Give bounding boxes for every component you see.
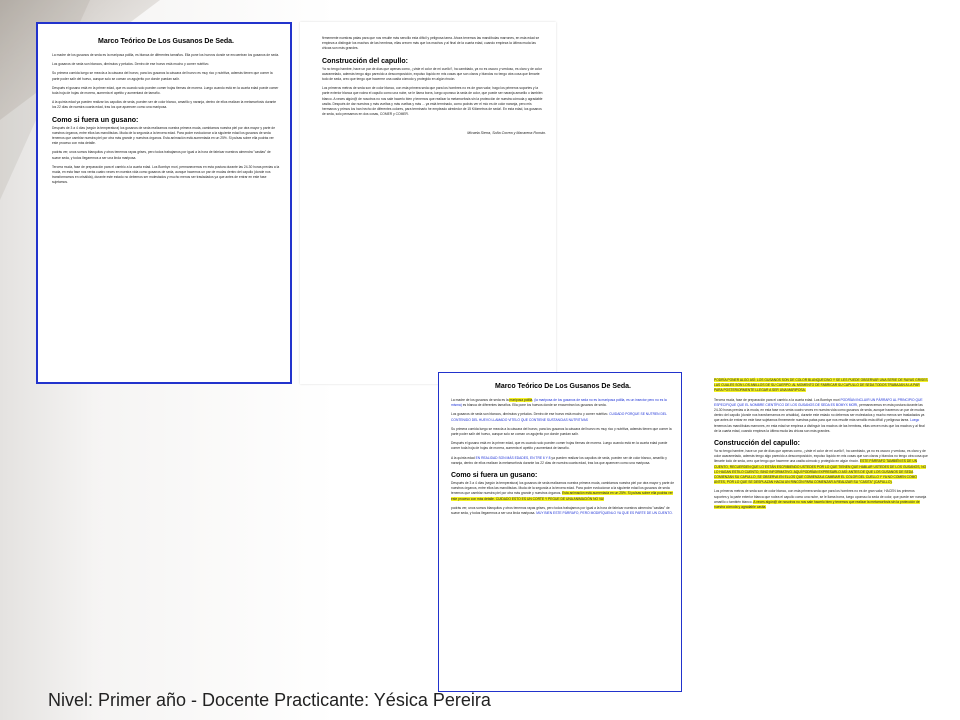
text-paragraph: Después el gusano está en la primer edad… (451, 441, 668, 451)
text-paragraph: firmemente nuestras patas para que nos r… (322, 36, 540, 51)
text-paragraph: Su primera comida luego se mezcla a la c… (451, 426, 672, 437)
document-page-bottom-left: Marco Teórico De Los Gusanos De Seda. La… (438, 372, 682, 692)
text-paragraph: Después de 3 a 4 días (según la temperat… (52, 125, 276, 146)
text-paragraph: Los gusanos de seda son blancos, diminut… (52, 62, 210, 67)
document-page-bottom-right: PODRÍA PONER ALGO ASÍ: LOS GUSANOS SON D… (682, 372, 936, 692)
text-paragraph: Los primeros metros de seda son de color… (322, 86, 543, 117)
section-heading: Construcción del capullo: (322, 57, 408, 65)
text-paragraph: Los primeros metros de seda son de color… (714, 489, 927, 510)
text-paragraph: Tercera muda, fase de preparación para e… (714, 397, 925, 433)
section-heading: Como si fuera un gusano: (451, 472, 538, 480)
text-paragraph: La madre de los gusanos de seda es la ma… (451, 398, 667, 408)
section-heading: Construcción del capullo: (714, 440, 800, 448)
text-paragraph: Tercera muda, fase de preparación para e… (52, 164, 280, 185)
document-page-top-right: firmemente nuestras patas para que nos r… (300, 22, 556, 384)
authors-signature: Micaela Sierra, Sofía Correa y Macarena … (467, 131, 546, 136)
text-paragraph: Ya no tengo hambre, hace un par de días … (714, 449, 928, 485)
text-paragraph: Los gusanos de seda son blancos, diminut… (451, 412, 667, 422)
text-paragraph: Después de 3 a 4 días (según la temperat… (451, 481, 675, 501)
document-title: Marco Teórico De Los Gusanos De Seda. (97, 38, 235, 45)
text-paragraph: Ya no tengo hambre, hace un par de días … (322, 66, 542, 82)
text-paragraph: Después el gusano está en la primer edad… (52, 85, 279, 96)
slide-footer-caption: Nivel: Primer año - Docente Practicante:… (48, 690, 491, 710)
text-paragraph: A la quinta edad EN REALIDAD SON MÁS EDA… (451, 455, 667, 465)
text-paragraph: A la quinta edad ya pueden realizar los … (52, 100, 277, 110)
text-paragraph: Su primera comida luego se mezcla a la c… (52, 71, 273, 81)
text-paragraph: podrás ver, unos somos blanquitos y otro… (451, 505, 673, 516)
text-paragraph: PODRÍA PONER ALGO ASÍ: LOS GUSANOS SON D… (714, 378, 928, 393)
document-page-top-left: Marco Teórico De Los Gusanos De Seda. La… (36, 22, 292, 384)
text-paragraph: podrás ver, unos somos blanquitos y otro… (52, 150, 271, 160)
text-paragraph: La madre de los gusanos de seda es la ma… (52, 53, 280, 57)
document-title: Marco Teórico De Los Gusanos De Seda. (494, 383, 632, 390)
section-heading: Como si fuera un gusano: (52, 116, 139, 124)
